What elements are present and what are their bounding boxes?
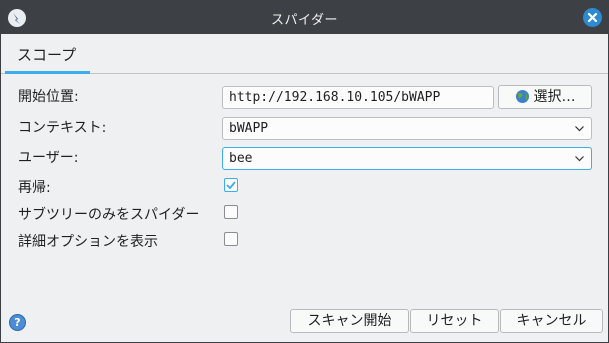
select-button-label: 選択… [533,89,576,105]
show-advanced-label: 詳細オプションを表示 [18,234,158,250]
active-tab-indicator [5,71,90,74]
show-advanced-checkbox[interactable] [224,232,238,246]
context-value: bWAPP [229,121,269,136]
close-button[interactable] [583,8,602,27]
subtree-only-label: サブツリーのみをスパイダー [18,207,200,223]
checkmark-icon [226,181,236,190]
select-button[interactable]: 選択… [498,85,592,109]
close-icon [587,12,598,23]
user-label: ユーザー: [18,150,79,166]
tab-bar: スコープ [1,34,608,74]
start-scan-button[interactable]: スキャン開始 [290,309,409,333]
user-value: bee [229,151,253,166]
help-icon[interactable]: ? [9,314,26,331]
context-label: コンテキスト: [18,120,107,136]
tab-scope[interactable]: スコープ [7,44,86,73]
chevron-down-icon [575,126,584,132]
context-select[interactable]: bWAPP [222,117,592,140]
start-point-label: 開始位置: [18,89,79,105]
title-bar[interactable]: スパイダー [1,1,608,34]
subtree-only-checkbox[interactable] [224,205,238,219]
chevron-down-icon [575,156,584,162]
globe-icon [515,90,529,103]
start-point-input[interactable]: http://192.168.10.105/bWAPP [222,86,494,109]
user-select[interactable]: bee [222,147,592,170]
reset-button[interactable]: リセット [410,309,499,333]
recurse-label: 再帰: [18,180,51,196]
cancel-button[interactable]: キャンセル [500,309,603,333]
spider-dialog: スパイダー スコープ 開始位置: http://192.168.10.105/b… [0,0,609,343]
window-title: スパイダー [271,13,338,28]
recurse-checkbox[interactable] [224,178,238,192]
